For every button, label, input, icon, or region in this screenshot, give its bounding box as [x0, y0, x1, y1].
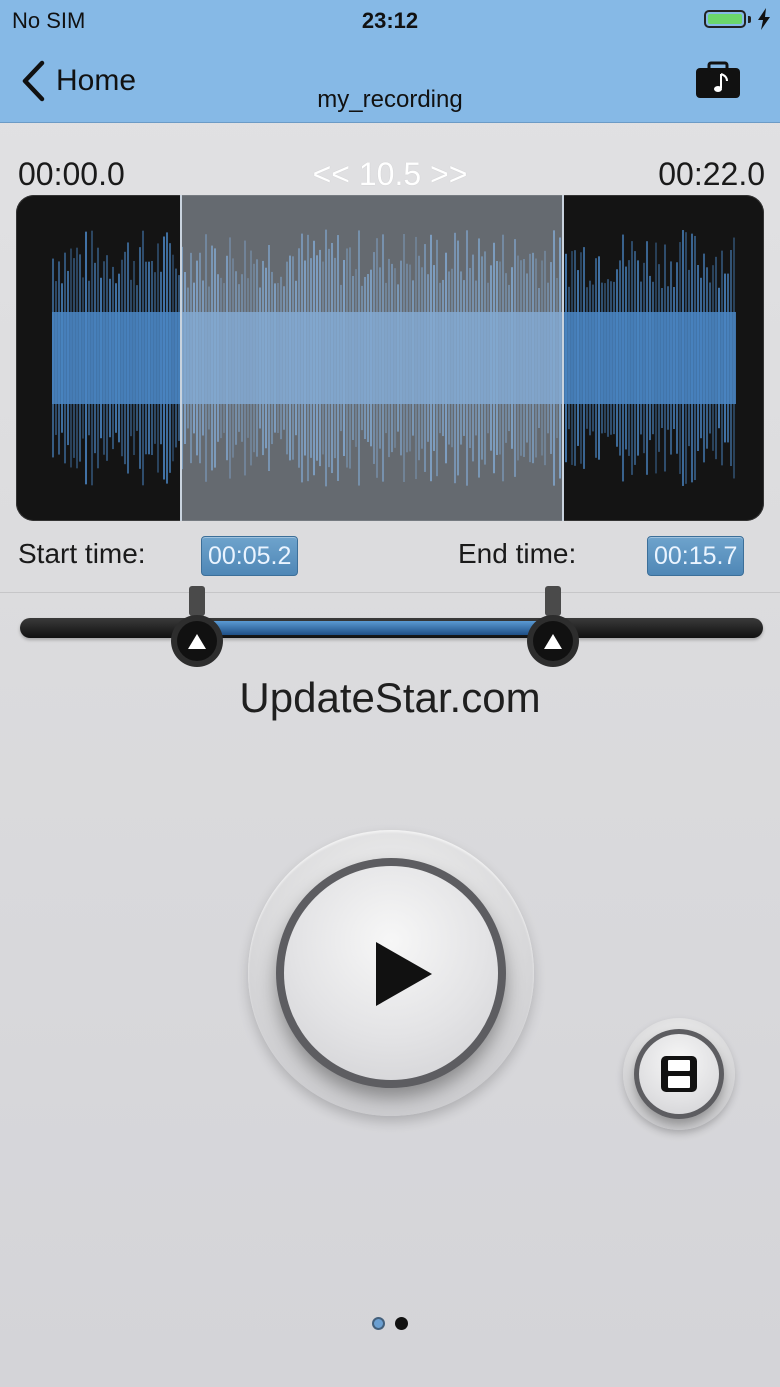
navigation-bar: No SIM 23:12 Home my_recording: [0, 0, 780, 123]
selection-region[interactable]: [180, 195, 564, 521]
end-time-label: End time:: [458, 538, 577, 569]
waveform-view[interactable]: [16, 195, 764, 521]
status-time: 23:12: [361, 8, 419, 33]
page-dot-1[interactable]: [372, 1317, 385, 1330]
trim-start-handle[interactable]: [169, 586, 225, 670]
music-case-icon[interactable]: [694, 60, 742, 100]
page-dot-2[interactable]: [395, 1317, 408, 1330]
trim-end-handle[interactable]: [525, 586, 581, 670]
charging-bolt-icon: [758, 8, 770, 30]
start-time-field[interactable]: 00:05.2: [201, 536, 299, 576]
page-indicator: [0, 1317, 780, 1330]
recording-title: my_recording: [317, 86, 463, 113]
floppy-disk-icon: [661, 1056, 697, 1092]
divider: [0, 592, 780, 593]
start-time-label: Start time:: [18, 538, 146, 569]
trim-slider-track[interactable]: [20, 618, 763, 638]
end-time-field[interactable]: 00:15.7: [647, 536, 745, 576]
battery-icon: [704, 10, 746, 28]
watermark-text: UpdateStar.com: [239, 674, 541, 721]
timeline-end: 00:22.0: [658, 156, 765, 192]
battery-tip: [748, 16, 751, 23]
play-icon: [376, 942, 432, 1006]
trim-slider-fill: [197, 621, 553, 635]
